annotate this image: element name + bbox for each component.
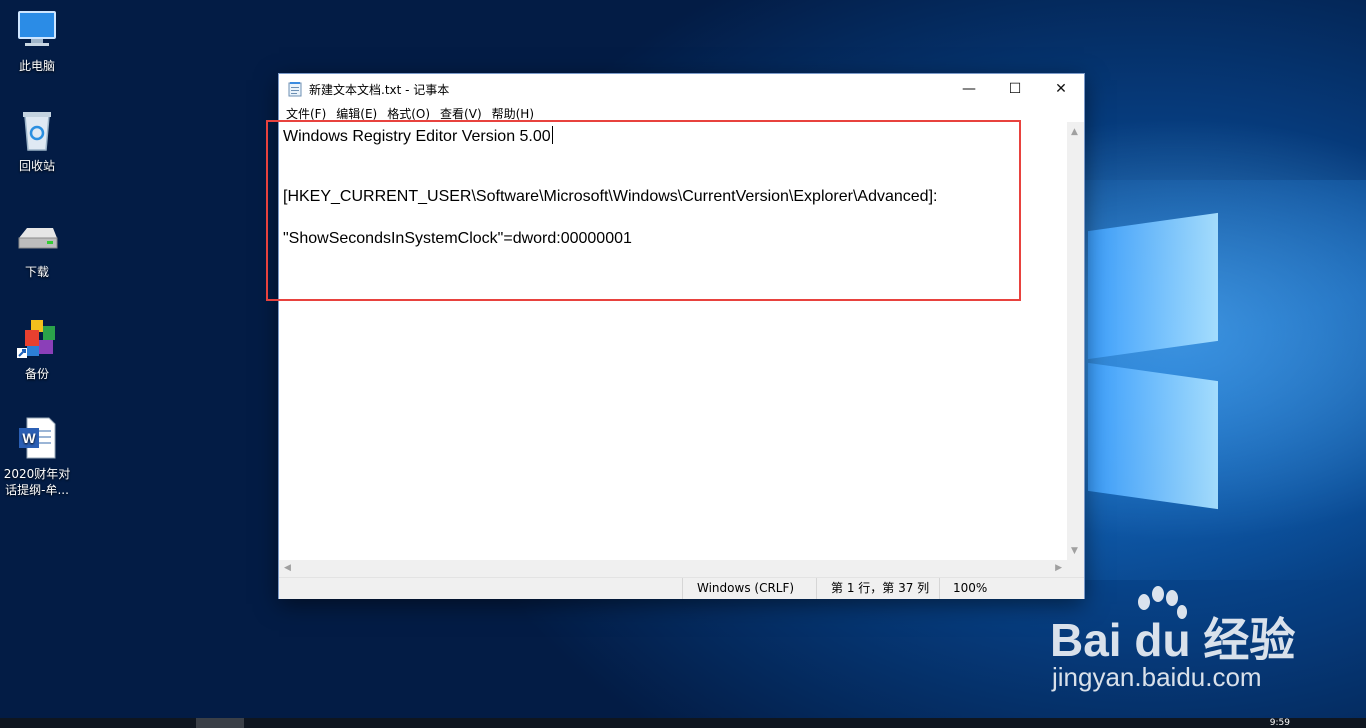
baidu-watermark: Bai du 经验 jingyan.baidu.com: [1046, 586, 1346, 702]
status-bar: Windows (CRLF) 第 1 行，第 37 列 100%: [279, 577, 1084, 599]
notepad-icon: [287, 81, 303, 97]
close-icon: ✕: [1055, 81, 1067, 97]
desktop-icon-word-document[interactable]: W 2020财年对 话提纲-牟...: [0, 414, 74, 498]
desktop-icon-label: 回收站: [18, 159, 55, 173]
scroll-right-arrow-icon[interactable]: ▶: [1055, 564, 1062, 573]
scroll-down-arrow-icon[interactable]: ▼: [1071, 547, 1078, 556]
maximize-icon: ☐: [1008, 81, 1022, 97]
window-title: 新建文本文档.txt - 记事本: [309, 82, 450, 97]
desktop-icon-backup[interactable]: 备份: [0, 314, 74, 382]
recycle-bin-icon: [13, 106, 61, 154]
taskbar-app-button[interactable]: [196, 718, 244, 728]
desktop-icon-label: 话提纲-牟...: [5, 483, 69, 497]
desktop-icon-label: 下载: [24, 265, 49, 279]
horizontal-scrollbar[interactable]: ◀ ▶: [279, 560, 1067, 577]
watermark-site: jingyan.baidu.com: [1052, 662, 1262, 692]
highlight-box: [266, 120, 1021, 301]
status-cursor-position: 第 1 行，第 37 列: [816, 578, 939, 599]
word-document-icon: W: [13, 414, 61, 462]
close-button[interactable]: ✕: [1038, 74, 1084, 104]
scrollbar-corner: [1067, 560, 1084, 577]
watermark-brand: Bai du 经验: [1050, 614, 1296, 666]
desktop-icon-label: 备份: [24, 367, 49, 381]
desktop-icon-this-pc[interactable]: 此电脑: [0, 6, 74, 74]
wallpaper-logo-pane: [1088, 362, 1218, 510]
minimize-button[interactable]: —: [946, 74, 992, 104]
scroll-left-arrow-icon[interactable]: ◀: [284, 564, 291, 573]
backup-app-icon: [13, 314, 61, 362]
desktop-icon-label: 2020财年对: [3, 467, 71, 481]
computer-icon: [13, 6, 61, 54]
svg-text:W: W: [22, 430, 36, 446]
status-zoom: 100%: [939, 578, 1013, 599]
menu-file[interactable]: 文件(F): [283, 105, 333, 122]
menu-format[interactable]: 格式(O): [384, 105, 437, 122]
desktop-icon-downloads[interactable]: 下载: [0, 212, 74, 280]
status-line-ending: Windows (CRLF): [682, 578, 817, 599]
menu-edit[interactable]: 编辑(E): [333, 105, 384, 122]
drive-icon: [13, 212, 61, 260]
title-bar[interactable]: 新建文本文档.txt - 记事本 — ☐ ✕: [279, 74, 1084, 104]
scroll-up-arrow-icon[interactable]: ▲: [1071, 128, 1078, 137]
minimize-icon: —: [962, 81, 976, 97]
menu-view[interactable]: 查看(V): [437, 105, 489, 122]
vertical-scrollbar[interactable]: ▲ ▼: [1067, 122, 1084, 560]
desktop-icon-recycle-bin[interactable]: 回收站: [0, 106, 74, 174]
taskbar-clock[interactable]: 9:59: [1270, 718, 1290, 728]
desktop-icon-label: 此电脑: [18, 59, 55, 73]
wallpaper-logo-pane: [1088, 212, 1218, 360]
maximize-button[interactable]: ☐: [992, 74, 1038, 104]
menu-help[interactable]: 帮助(H): [489, 105, 541, 122]
